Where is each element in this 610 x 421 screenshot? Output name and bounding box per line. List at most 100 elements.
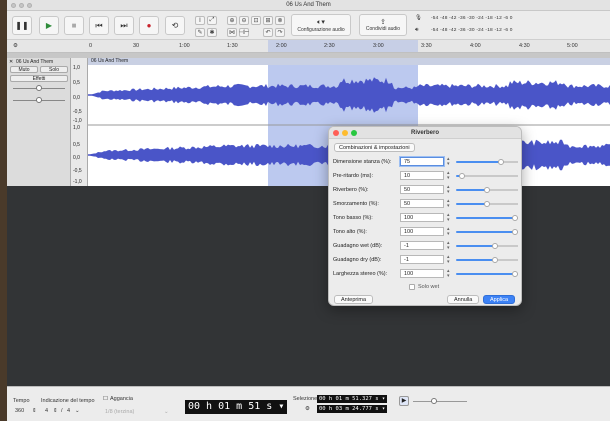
param-slider-knob[interactable] bbox=[492, 243, 498, 249]
param-stepper[interactable]: ▴ ▾ bbox=[447, 157, 450, 167]
bottom-toolbar: Tempo 360 ⇕ Indicazione del tempo 4 ⇕ / … bbox=[7, 386, 610, 421]
param-input[interactable]: 100 bbox=[400, 227, 444, 236]
selection-end-field[interactable]: 00 h 03 m 24.777 s ▾ bbox=[317, 405, 388, 413]
param-slider[interactable] bbox=[456, 159, 518, 165]
envelope-tool[interactable]: ⤢ bbox=[207, 16, 217, 25]
param-slider-knob[interactable] bbox=[484, 201, 490, 207]
clip-title[interactable]: 06 Us And Them bbox=[88, 58, 610, 65]
preview-button[interactable]: Anteprima bbox=[334, 295, 374, 304]
solo-wet-checkbox[interactable] bbox=[409, 284, 415, 290]
stop-button[interactable]: ■ bbox=[64, 16, 84, 35]
apply-button[interactable]: Applica bbox=[483, 295, 516, 304]
param-input[interactable]: 100 bbox=[400, 213, 444, 222]
silence-button[interactable]: ⊣⊢ bbox=[239, 28, 249, 37]
param-input[interactable]: 100 bbox=[400, 269, 444, 278]
time-signature-denominator[interactable]: 4 bbox=[67, 408, 70, 414]
param-slider[interactable] bbox=[456, 173, 518, 179]
param-slider-knob[interactable] bbox=[492, 257, 498, 263]
param-slider-knob[interactable] bbox=[484, 187, 490, 193]
selection-tool[interactable]: I bbox=[195, 16, 205, 25]
solo-button[interactable]: Solo bbox=[40, 66, 68, 73]
param-stepper[interactable]: ▴ ▾ bbox=[447, 255, 450, 265]
skip-end-button[interactable]: ⏭ bbox=[114, 16, 134, 35]
zoom-toggle-button[interactable]: ⊗ bbox=[275, 16, 285, 25]
param-slider[interactable] bbox=[456, 187, 518, 193]
tempo-value[interactable]: 360 bbox=[15, 408, 24, 414]
effects-button[interactable]: Effetti bbox=[10, 75, 68, 82]
param-stepper[interactable]: ▴ ▾ bbox=[447, 171, 450, 181]
redo-button[interactable]: ↷ bbox=[275, 28, 285, 37]
timeline-ruler[interactable]: ⚙ 0 30 1:00 1:30 2:00 2:30 3:00 3:30 4:0… bbox=[7, 40, 610, 53]
param-input[interactable]: 10 bbox=[400, 171, 444, 180]
trim-button[interactable]: ⋈ bbox=[227, 28, 237, 37]
record-button[interactable]: ● bbox=[139, 16, 159, 35]
param-slider-knob[interactable] bbox=[512, 229, 518, 235]
fit-selection-button[interactable]: ⊡ bbox=[251, 16, 261, 25]
selection-start-field[interactable]: 00 h 01 m 51.327 s ▾ bbox=[317, 395, 388, 403]
scale-label: 0,5 bbox=[73, 142, 80, 148]
tempo-stepper[interactable]: ⇕ bbox=[32, 408, 37, 414]
param-slider-knob[interactable] bbox=[498, 159, 504, 165]
numerator-stepper[interactable]: ⇕ bbox=[53, 408, 58, 414]
cancel-button[interactable]: Annulla bbox=[447, 295, 480, 304]
param-slider[interactable] bbox=[456, 229, 518, 235]
gain-slider-knob[interactable] bbox=[36, 85, 42, 91]
param-stepper[interactable]: ▴ ▾ bbox=[447, 269, 450, 279]
param-slider-knob[interactable] bbox=[512, 215, 518, 221]
pan-slider-knob[interactable] bbox=[36, 97, 42, 103]
param-input[interactable]: -1 bbox=[400, 241, 444, 250]
audio-setup-button[interactable]: 🔈︎▾ Configurazione audio bbox=[291, 14, 351, 36]
param-slider-knob[interactable] bbox=[459, 173, 465, 179]
record-meter[interactable]: -54 -48 -42 -36 -30 -24 -18 -12 -6 0 bbox=[431, 16, 513, 21]
draw-tool[interactable]: ✎ bbox=[195, 28, 205, 37]
param-slider[interactable] bbox=[456, 257, 518, 263]
selection-gear-icon[interactable]: ⚙ bbox=[305, 406, 310, 412]
track-name[interactable]: 06 Us And Them bbox=[16, 59, 53, 65]
track-control-panel[interactable]: ✕ 06 Us And Them Muto Solo Effetti bbox=[7, 58, 71, 186]
skip-start-button[interactable]: ⏮ bbox=[89, 16, 109, 35]
loop-button[interactable]: ⟲ bbox=[165, 16, 185, 35]
mute-button[interactable]: Muto bbox=[10, 66, 38, 73]
zoom-in-button[interactable]: ⊕ bbox=[227, 16, 237, 25]
param-input[interactable]: 50 bbox=[400, 185, 444, 194]
pause-button[interactable]: ❚❚ bbox=[12, 16, 32, 35]
param-slider-knob[interactable] bbox=[512, 271, 518, 277]
playback-speed-slider[interactable] bbox=[413, 401, 467, 402]
param-stepper[interactable]: ▴ ▾ bbox=[447, 213, 450, 223]
amplitude-scale: 1,0 0,5 0,0 -0,5 -1,0 1,0 0,5 0,0 -0,5 -… bbox=[71, 58, 88, 186]
param-input[interactable]: 75 bbox=[400, 157, 444, 166]
param-stepper[interactable]: ▴ ▾ bbox=[447, 185, 450, 195]
zoom-toggle-icon: ⊗ bbox=[277, 18, 283, 24]
time-display[interactable]: 00 h 01 m 51 s ▾ bbox=[185, 400, 288, 414]
fit-project-button[interactable]: ⊞ bbox=[263, 16, 273, 25]
param-slider[interactable] bbox=[456, 201, 518, 207]
param-slider[interactable] bbox=[456, 271, 518, 277]
param-stepper[interactable]: ▴ ▾ bbox=[447, 227, 450, 237]
param-input[interactable]: -1 bbox=[400, 255, 444, 264]
play-button[interactable]: ▶ bbox=[39, 16, 59, 35]
param-stepper[interactable]: ▴ ▾ bbox=[447, 199, 450, 209]
snap-dropdown[interactable]: 1/8 (terzina) bbox=[105, 409, 134, 415]
share-audio-button[interactable]: ⇪ Condividi audio bbox=[359, 14, 407, 36]
play-at-speed-button[interactable]: ▶ bbox=[399, 396, 409, 406]
multi-tool[interactable]: ✱ bbox=[207, 28, 217, 37]
presets-button[interactable]: Combinazioni & impostazioni bbox=[334, 143, 415, 152]
speaker-meter-icon: 🔊︎ bbox=[415, 27, 419, 33]
undo-button[interactable]: ↶ bbox=[263, 28, 273, 37]
param-slider[interactable] bbox=[456, 243, 518, 249]
param-slider-rest bbox=[487, 203, 518, 205]
snap-checkbox-icon[interactable]: ☐ bbox=[103, 396, 108, 402]
playback-speed-knob[interactable] bbox=[431, 398, 437, 404]
playback-meter[interactable]: -54 -48 -42 -36 -30 -24 -18 -12 -6 0 bbox=[431, 28, 513, 33]
ruler-tick: 4:00 bbox=[470, 43, 481, 49]
param-slider[interactable] bbox=[456, 215, 518, 221]
param-stepper[interactable]: ▴ ▾ bbox=[447, 241, 450, 251]
time-display-dropdown-icon[interactable]: ▾ bbox=[278, 401, 284, 412]
gear-icon[interactable]: ⚙ bbox=[13, 43, 18, 49]
zoom-out-button[interactable]: ⊖ bbox=[239, 16, 249, 25]
param-input[interactable]: 50 bbox=[400, 199, 444, 208]
denominator-dropdown-icon[interactable]: ⌄ bbox=[75, 408, 80, 414]
solo-wet-option[interactable]: Solo wet bbox=[409, 284, 439, 290]
time-signature-numerator[interactable]: 4 bbox=[45, 408, 48, 414]
track-close-icon[interactable]: ✕ bbox=[9, 59, 13, 65]
